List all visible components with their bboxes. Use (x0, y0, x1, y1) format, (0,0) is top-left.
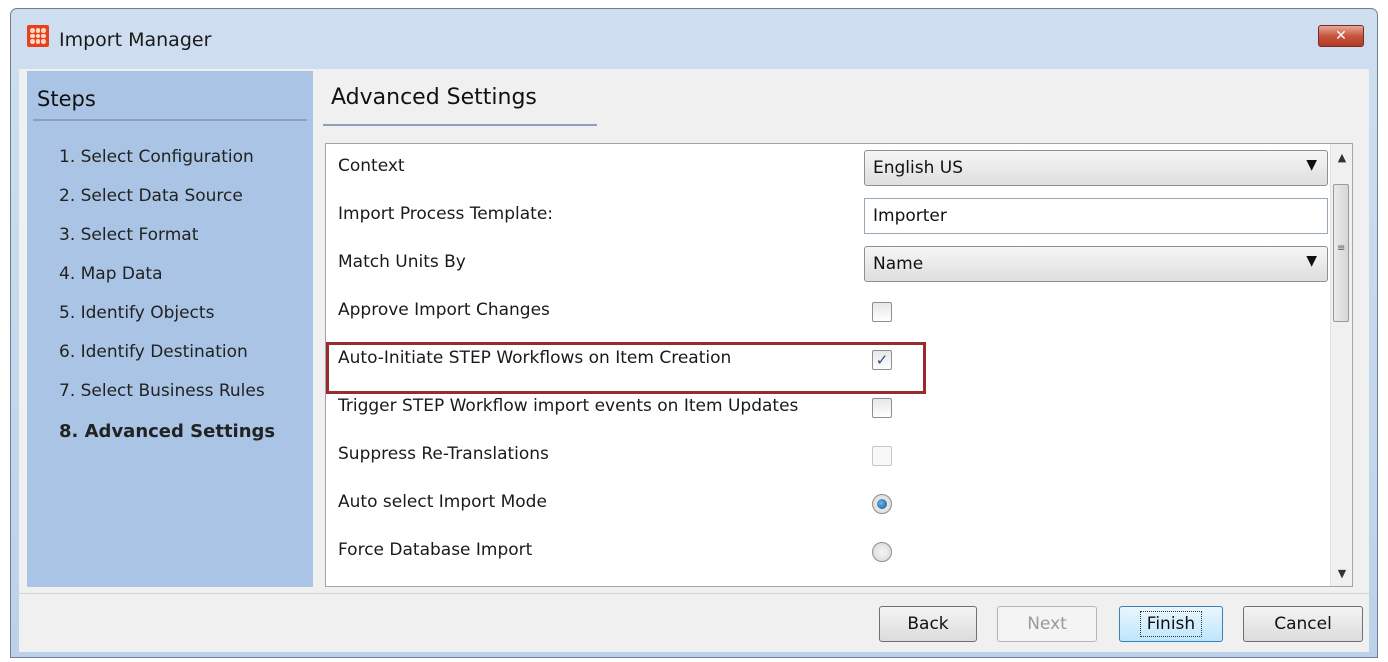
approve-import-changes-label: Approve Import Changes (338, 300, 550, 320)
scroll-down-icon[interactable]: ▼ (1331, 562, 1352, 584)
steps-panel: Steps 1. Select Configuration 2. Select … (27, 71, 313, 587)
check-icon: ✓ (875, 350, 889, 369)
auto-select-import-mode-label: Auto select Import Mode (338, 492, 547, 512)
setting-row-force-database-import: Force Database Import (326, 528, 1330, 576)
step-item: 5. Identify Objects (59, 303, 215, 323)
next-button: Next (997, 606, 1097, 642)
settings-panel: Context English US ▼ Import Process Temp… (325, 143, 1353, 587)
import-manager-window: Import Manager ✕ Steps 1. Select Configu… (10, 8, 1378, 658)
suppress-retranslations-label: Suppress Re-Translations (338, 444, 549, 464)
setting-row-match-units-by: Match Units By Name ▼ (326, 240, 1330, 288)
step-item: 4. Map Data (59, 264, 163, 284)
context-label: Context (338, 156, 405, 176)
chevron-down-icon: ▼ (1306, 157, 1317, 173)
finish-button[interactable]: Finish (1119, 606, 1223, 642)
import-process-template-label: Import Process Template: (338, 204, 554, 224)
context-dropdown[interactable]: English US ▼ (864, 150, 1328, 186)
trigger-workflow-events-label: Trigger STEP Workflow import events on I… (338, 396, 799, 416)
setting-row-import-process-template: Import Process Template: Importer (326, 192, 1330, 240)
scroll-thumb[interactable]: ≡ (1333, 184, 1349, 322)
grip-icon: ≡ (1337, 243, 1346, 254)
suppress-retranslations-checkbox (872, 446, 892, 466)
finish-button-label: Finish (1139, 611, 1203, 637)
setting-row-suppress-retranslations: Suppress Re-Translations (326, 432, 1330, 480)
approve-import-changes-checkbox[interactable] (872, 302, 892, 322)
step-item: 6. Identify Destination (59, 342, 248, 362)
scroll-up-icon[interactable]: ▲ (1331, 146, 1352, 168)
force-database-import-radio[interactable] (872, 542, 892, 562)
vertical-scrollbar[interactable]: ▲ ≡ ▼ (1330, 144, 1352, 586)
setting-row-trigger-workflow-events: Trigger STEP Workflow import events on I… (326, 384, 1330, 432)
cancel-button[interactable]: Cancel (1243, 606, 1363, 642)
button-bar: Back Next Finish Cancel (19, 593, 1369, 652)
steps-divider (33, 119, 307, 121)
auto-initiate-workflows-label: Auto-Initiate STEP Workflows on Item Cre… (338, 348, 732, 368)
chevron-down-icon: ▼ (1306, 253, 1317, 269)
setting-row-approve-import-changes: Approve Import Changes (326, 288, 1330, 336)
match-units-by-value: Name (873, 254, 924, 274)
title-bar[interactable]: Import Manager ✕ (11, 9, 1377, 69)
step-item: 2. Select Data Source (59, 186, 243, 206)
import-process-template-input[interactable]: Importer (864, 198, 1328, 234)
trigger-workflow-events-checkbox[interactable] (872, 398, 892, 418)
close-icon: ✕ (1335, 28, 1347, 44)
dialog-client-area: Steps 1. Select Configuration 2. Select … (19, 69, 1369, 652)
auto-initiate-workflows-checkbox[interactable]: ✓ (872, 350, 892, 370)
auto-select-import-mode-radio[interactable] (872, 494, 892, 514)
window-title: Import Manager (59, 29, 212, 51)
context-value: English US (873, 158, 964, 178)
import-process-template-value: Importer (873, 206, 947, 226)
back-button[interactable]: Back (879, 606, 977, 642)
match-units-by-label: Match Units By (338, 252, 466, 272)
step-item-current: 8. Advanced Settings (59, 421, 276, 442)
setting-row-context: Context English US ▼ (326, 144, 1330, 192)
step-item: 3. Select Format (59, 225, 199, 245)
app-icon (27, 25, 49, 47)
steps-list: 1. Select Configuration 2. Select Data S… (59, 147, 275, 461)
step-item: 7. Select Business Rules (59, 381, 265, 401)
steps-header: Steps (37, 87, 96, 111)
match-units-by-dropdown[interactable]: Name ▼ (864, 246, 1328, 282)
force-database-import-label: Force Database Import (338, 540, 533, 560)
setting-row-auto-initiate-workflows: Auto-Initiate STEP Workflows on Item Cre… (326, 336, 1330, 384)
close-button[interactable]: ✕ (1318, 25, 1364, 47)
page-title: Advanced Settings (331, 85, 537, 110)
step-item: 1. Select Configuration (59, 147, 254, 167)
setting-row-auto-select-import-mode: Auto select Import Mode (326, 480, 1330, 528)
page-title-divider (323, 124, 597, 126)
